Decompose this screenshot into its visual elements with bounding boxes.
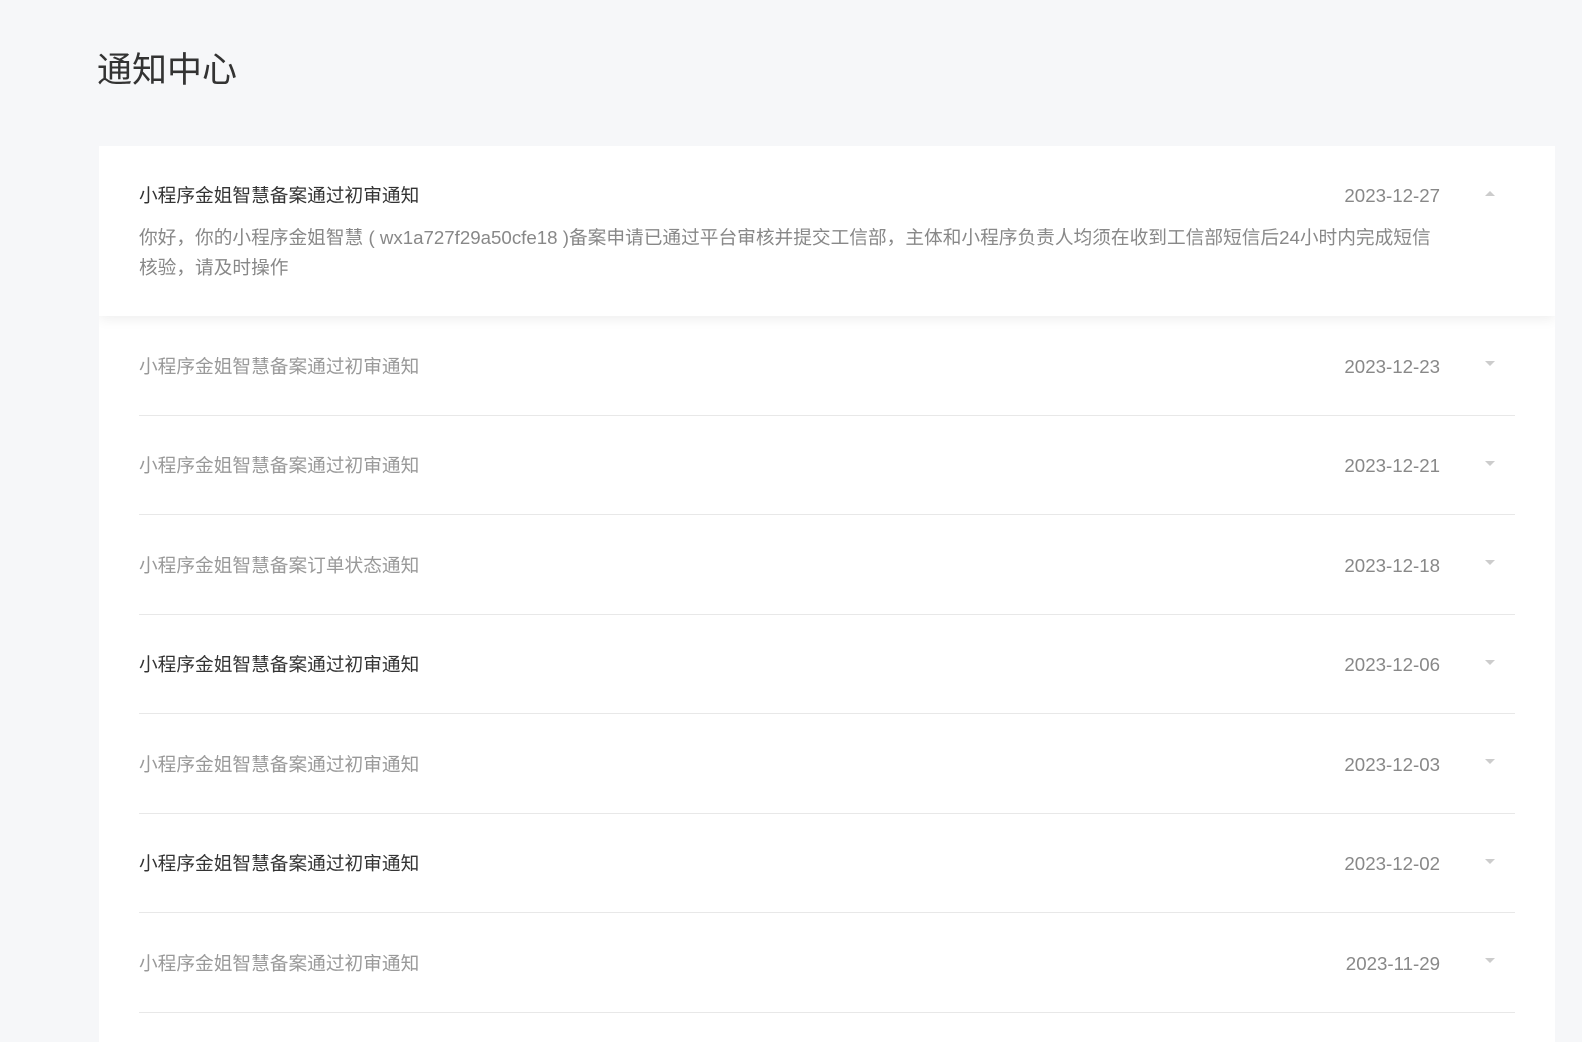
- expand-toggle[interactable]: [1440, 753, 1515, 777]
- notification-title: 小程序金姐智慧备案通过初审通知: [139, 455, 420, 477]
- notification-item[interactable]: 小程序金姐智慧备案通过初审通知 2023-12-23: [139, 316, 1515, 416]
- chevron-down-icon[interactable]: [1485, 460, 1495, 466]
- notification-date: 2023-12-06: [1344, 654, 1440, 676]
- notification-date: 2023-12-18: [1344, 554, 1440, 576]
- notification-date: 2023-11-29: [1345, 952, 1440, 974]
- notification-title: 小程序金姐智慧备案订单状态通知: [139, 554, 420, 576]
- expand-toggle[interactable]: [1440, 454, 1515, 478]
- expand-toggle[interactable]: [1440, 355, 1515, 379]
- notification-item[interactable]: 小程序金姐智慧备案通过初审通知 2023-11-29: [139, 913, 1515, 1013]
- notification-list: 小程序金姐智慧备案通过初审通知 2023-12-27 你好，你的小程序金姐智慧 …: [99, 146, 1555, 1042]
- chevron-down-icon[interactable]: [1485, 560, 1495, 566]
- notification-item[interactable]: 小程序金姐智慧备案通过初审通知 2023-12-02: [139, 814, 1515, 913]
- expand-toggle[interactable]: [1440, 554, 1515, 578]
- chevron-up-icon[interactable]: [1485, 190, 1495, 196]
- notification-header[interactable]: 小程序金姐智慧备案通过初审通知 2023-12-27: [139, 184, 1515, 208]
- notification-title: 小程序金姐智慧备案通过初审通知: [139, 355, 420, 377]
- notification-date: 2023-12-03: [1344, 753, 1440, 775]
- chevron-down-icon[interactable]: [1485, 659, 1495, 665]
- notification-item[interactable]: 小程序金姐智慧备案通过初审通知 2023-12-03: [139, 714, 1515, 814]
- chevron-down-icon[interactable]: [1485, 361, 1495, 367]
- notification-date: 2023-12-27: [1344, 185, 1440, 206]
- collapse-toggle[interactable]: [1440, 184, 1515, 208]
- notification-item-expanded[interactable]: 小程序金姐智慧备案通过初审通知 2023-12-27 你好，你的小程序金姐智慧 …: [99, 146, 1555, 316]
- notification-title: 小程序金姐智慧备案通过初审通知: [139, 952, 420, 974]
- notification-item[interactable]: 小程序金姐智慧备案通过初审通知 2023-12-06: [139, 615, 1515, 714]
- expand-toggle[interactable]: [1440, 653, 1515, 677]
- notification-item[interactable]: 小程序金姐智慧备案通过初审通知 2023-12-21: [139, 416, 1515, 515]
- page-title: 通知中心: [97, 51, 238, 90]
- notification-title: 小程序金姐智慧备案通过初审通知: [139, 853, 420, 875]
- notification-item[interactable]: 小程序金姐智慧备案订单状态通知 2023-12-18: [139, 515, 1515, 615]
- notification-date: 2023-12-02: [1344, 853, 1440, 875]
- chevron-down-icon[interactable]: [1485, 958, 1495, 964]
- expand-toggle[interactable]: [1440, 852, 1515, 876]
- notification-title: 小程序金姐智慧备案通过初审通知: [139, 654, 420, 676]
- notification-title: 小程序金姐智慧备案通过初审通知: [139, 753, 420, 775]
- expand-toggle[interactable]: [1440, 952, 1515, 976]
- notification-date: 2023-12-21: [1344, 455, 1440, 477]
- chevron-down-icon[interactable]: [1485, 858, 1495, 864]
- notification-date: 2023-12-23: [1344, 355, 1440, 377]
- notification-body: 你好，你的小程序金姐智慧 ( wx1a727f29a50cfe18 )备案申请已…: [139, 227, 1431, 278]
- chevron-down-icon[interactable]: [1485, 759, 1495, 765]
- notification-title: 小程序金姐智慧备案通过初审通知: [139, 185, 420, 206]
